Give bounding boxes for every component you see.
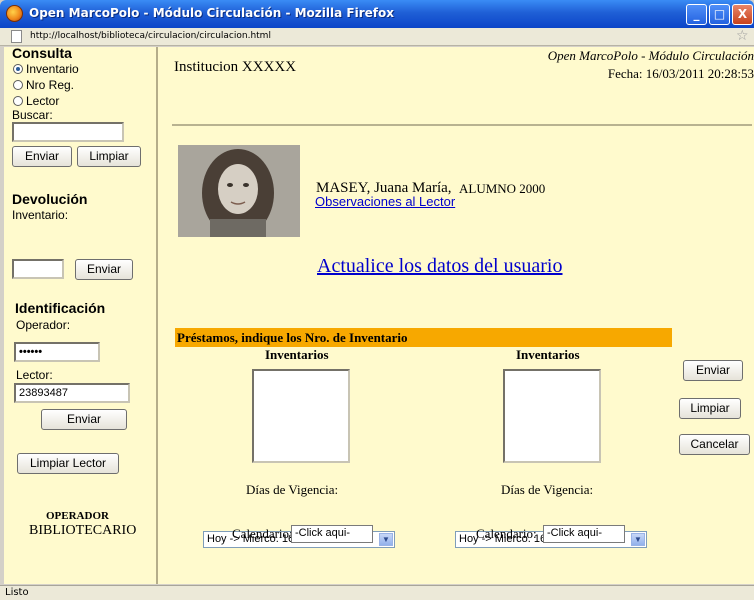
- prestamos-banner: Préstamos, indique los Nro. de Inventari…: [175, 328, 672, 347]
- prestamos-cancelar-button[interactable]: Cancelar: [679, 434, 750, 455]
- radio-nro-reg-label: Nro Reg.: [26, 78, 75, 92]
- institution-name: Institucion XXXXX: [174, 59, 297, 75]
- reader-category: ALUMNO 2000: [459, 181, 546, 196]
- identificacion-enviar-button[interactable]: Enviar: [41, 409, 127, 430]
- page-content: Consulta Inventario Nro Reg. Lector Busc…: [4, 45, 754, 584]
- inventarios-textarea-1[interactable]: [252, 369, 350, 463]
- bookmark-star-icon[interactable]: ☆: [736, 28, 749, 44]
- radio-lector-icon[interactable]: [13, 96, 23, 106]
- fecha-text: Fecha: 16/03/2011 20:28:53: [607, 66, 754, 81]
- devolucion-heading: Devolución: [12, 191, 88, 207]
- prestamos-banner-text: Préstamos, indique los Nro. de Inventari…: [177, 330, 408, 345]
- app-name: Open MarcoPolo - Módulo Circulación: [547, 48, 754, 63]
- buscar-input[interactable]: [12, 122, 124, 142]
- prestamos-enviar-button[interactable]: Enviar: [683, 360, 743, 381]
- operator-name: BIBLIOTECARIO: [29, 523, 137, 538]
- devolucion-inventario-label: Inventario:: [12, 208, 69, 222]
- calendario-label-1: Calendario:: [232, 526, 293, 541]
- radio-inventario-icon[interactable]: [13, 64, 23, 74]
- devolucion-inventario-input[interactable]: [12, 259, 64, 279]
- observaciones-link[interactable]: Observaciones al Lector: [315, 194, 455, 209]
- radio-lector-label: Lector: [26, 94, 60, 108]
- address-bar[interactable]: http://localhost/biblioteca/circulacion/…: [0, 28, 754, 46]
- buscar-label: Buscar:: [12, 108, 53, 122]
- radio-inventario-label: Inventario: [26, 62, 79, 76]
- chevron-down-icon[interactable]: ▼: [379, 533, 393, 546]
- calendario-button-1[interactable]: -Click aqui-: [291, 525, 373, 543]
- identificacion-heading: Identificación: [15, 300, 106, 316]
- operador-label: Operador:: [16, 318, 71, 332]
- page-icon: [11, 30, 22, 43]
- lector-label: Lector:: [16, 368, 53, 382]
- consulta-heading: Consulta: [12, 45, 72, 61]
- operador-password-field[interactable]: ••••••: [14, 342, 100, 362]
- reader-photo-image: [178, 145, 300, 237]
- maximize-button[interactable]: □: [709, 4, 730, 25]
- status-text: Listo: [5, 587, 29, 598]
- calendario-label-2: Calendario:: [476, 526, 537, 541]
- radio-lector[interactable]: Lector: [13, 94, 59, 108]
- close-button[interactable]: X: [732, 4, 753, 25]
- url-text[interactable]: http://localhost/biblioteca/circulacion/…: [30, 31, 271, 41]
- calendario-button-2[interactable]: -Click aqui-: [543, 525, 625, 543]
- reader-photo: [178, 145, 300, 237]
- inventarios-header-2: Inventarios: [516, 347, 580, 362]
- minimize-button[interactable]: _: [686, 4, 707, 25]
- radio-nro-reg[interactable]: Nro Reg.: [13, 78, 74, 92]
- devolucion-enviar-button[interactable]: Enviar: [75, 259, 133, 280]
- prestamos-limpiar-button[interactable]: Limpiar: [679, 398, 741, 419]
- radio-inventario[interactable]: Inventario: [13, 62, 79, 76]
- consulta-limpiar-button[interactable]: Limpiar: [77, 146, 141, 167]
- lector-input[interactable]: 23893487: [14, 383, 130, 403]
- dias-vigencia-label-2: Días de Vigencia:: [501, 482, 594, 497]
- chevron-down-icon[interactable]: ▼: [631, 533, 645, 546]
- limpiar-lector-button[interactable]: Limpiar Lector: [17, 453, 119, 474]
- window-titlebar[interactable]: Open MarcoPolo - Módulo Circulación - Mo…: [0, 0, 754, 28]
- actualice-datos-link[interactable]: Actualice los datos del usuario: [317, 255, 563, 278]
- sidebar: Consulta Inventario Nro Reg. Lector Busc…: [4, 45, 158, 584]
- status-bar: Listo: [0, 585, 754, 600]
- consulta-enviar-button[interactable]: Enviar: [12, 146, 72, 167]
- header-divider: [172, 124, 752, 126]
- dias-vigencia-label-1: Días de Vigencia:: [246, 482, 339, 497]
- inventarios-textarea-2[interactable]: [503, 369, 601, 463]
- window-title: Open MarcoPolo - Módulo Circulación - Mo…: [29, 6, 394, 20]
- main-panel: Institucion XXXXX Open MarcoPolo - Módul…: [160, 47, 754, 584]
- operator-role: OPERADOR: [46, 510, 109, 522]
- radio-nro-reg-icon[interactable]: [13, 80, 23, 90]
- inventarios-header-1: Inventarios: [265, 347, 329, 362]
- firefox-icon: [6, 5, 23, 22]
